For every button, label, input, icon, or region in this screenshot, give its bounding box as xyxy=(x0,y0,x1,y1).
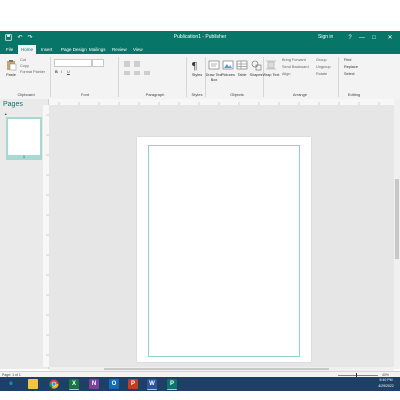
pages-pane-title: Pages xyxy=(3,101,23,108)
document-workspace[interactable] xyxy=(49,105,394,368)
screenshot: ↶ ↷ Publication1 - Publisher Sign in ? —… xyxy=(0,31,400,391)
outlook-icon[interactable]: O xyxy=(109,379,119,389)
page-thumbnail[interactable] xyxy=(6,117,42,157)
ungroup-button[interactable]: Ungroup xyxy=(316,65,331,69)
save-icon[interactable] xyxy=(4,34,12,42)
redo-icon[interactable]: ↷ xyxy=(26,34,34,42)
powerpoint-icon[interactable]: P xyxy=(128,379,138,389)
sign-in-link[interactable]: Sign in xyxy=(318,34,333,40)
tab-mailings[interactable]: Mailings xyxy=(86,45,109,54)
tab-page-design[interactable]: Page Design xyxy=(58,45,90,54)
taskbar: e X N O P W P 5:40 PM 4/29/2022 xyxy=(0,377,400,391)
align-button[interactable]: Align xyxy=(282,72,290,76)
tab-file[interactable]: File xyxy=(3,45,16,54)
publisher-icon[interactable]: P xyxy=(167,379,177,390)
system-clock[interactable]: 5:40 PM 4/29/2022 xyxy=(374,378,398,389)
cut-button[interactable]: Cut xyxy=(20,58,26,62)
editing-group-label: Editing xyxy=(347,92,361,97)
find-button[interactable]: Find xyxy=(344,58,351,62)
paragraph-controls xyxy=(122,60,182,78)
clipboard-group-label: Clipboard xyxy=(17,92,35,97)
wrap-text-icon xyxy=(266,60,276,70)
paste-label: Paste xyxy=(6,73,16,77)
wrap-text-button[interactable]: Wrap Text xyxy=(262,59,280,78)
paste-button[interactable]: Paste xyxy=(2,59,20,78)
ie-icon[interactable]: e xyxy=(6,379,16,389)
explorer-icon[interactable] xyxy=(28,379,38,389)
group-divider xyxy=(338,57,339,97)
table-label: Table xyxy=(237,73,247,77)
underline-button[interactable]: U xyxy=(67,70,70,74)
copy-button[interactable]: Copy xyxy=(20,64,29,68)
excel-icon[interactable]: X xyxy=(69,379,79,390)
bring-forward-button[interactable]: Bring Forward xyxy=(282,58,306,62)
shapes-label: Shapes xyxy=(249,73,263,77)
rotate-button[interactable]: Rotate xyxy=(316,72,327,76)
collapse-arrow-icon[interactable]: ▲ xyxy=(4,112,7,116)
styles-label: Styles xyxy=(191,73,203,77)
tab-review[interactable]: Review xyxy=(109,45,130,54)
clock-date: 4/29/2022 xyxy=(378,383,394,388)
bold-button[interactable]: B xyxy=(55,70,58,74)
group-divider xyxy=(186,57,187,97)
pages-pane: Pages ▲ 1 xyxy=(0,99,49,369)
help-button[interactable]: ? xyxy=(344,33,356,43)
tab-home[interactable]: Home xyxy=(18,45,37,54)
vertical-scrollbar[interactable] xyxy=(394,99,400,369)
publication-page[interactable] xyxy=(137,137,311,362)
styles-icon: ¶ xyxy=(192,60,197,71)
font-group-label: Font xyxy=(80,92,89,97)
ribbon: Paste Cut Copy Format Painter Clipboard … xyxy=(0,54,400,100)
styles-button[interactable]: ¶ Styles xyxy=(188,59,206,78)
maximize-button[interactable]: □ xyxy=(368,33,380,43)
tab-insert[interactable]: Insert xyxy=(38,45,55,54)
paste-icon xyxy=(7,60,17,71)
window-title: Publication1 - Publisher xyxy=(173,34,227,40)
page-thumbnail-number: 1 xyxy=(6,155,42,160)
word-icon[interactable]: W xyxy=(147,379,157,390)
tab-view[interactable]: View xyxy=(130,45,146,54)
horizontal-scroll-thumb[interactable] xyxy=(104,368,329,370)
font-size-box[interactable] xyxy=(92,59,104,67)
ribbon-tabs: File Home Insert Page Design Mailings Re… xyxy=(0,45,400,54)
wrap-text-label: Wrap Text xyxy=(262,73,280,77)
minimize-button[interactable]: — xyxy=(356,33,368,43)
styles-group-label: Styles xyxy=(191,92,203,97)
select-button[interactable]: Select xyxy=(344,72,355,76)
group-divider xyxy=(118,57,119,97)
undo-icon[interactable]: ↶ xyxy=(16,34,24,42)
group-button[interactable]: Group xyxy=(316,58,327,62)
onenote-icon[interactable]: N xyxy=(89,379,99,389)
svg-text:¶: ¶ xyxy=(192,60,197,71)
objects-group-label: Objects xyxy=(230,92,244,97)
chrome-icon[interactable] xyxy=(49,379,59,389)
margin-guide xyxy=(148,145,300,357)
format-painter-button[interactable]: Format Painter xyxy=(20,70,45,74)
vertical-scroll-thumb[interactable] xyxy=(395,179,399,259)
italic-button[interactable]: I xyxy=(61,70,62,74)
arrange-group-label: Arrange xyxy=(292,92,308,97)
send-backward-button[interactable]: Send Backward xyxy=(282,65,309,69)
title-bar: ↶ ↷ Publication1 - Publisher Sign in ? —… xyxy=(0,31,400,45)
replace-button[interactable]: Replace xyxy=(344,65,358,69)
group-divider xyxy=(50,57,51,97)
close-button[interactable]: ✕ xyxy=(384,33,396,43)
zoom-slider[interactable] xyxy=(338,373,378,378)
shapes-icon xyxy=(251,60,262,71)
font-name-box[interactable] xyxy=(54,59,92,67)
paragraph-group-label: Paragraph xyxy=(145,92,165,97)
